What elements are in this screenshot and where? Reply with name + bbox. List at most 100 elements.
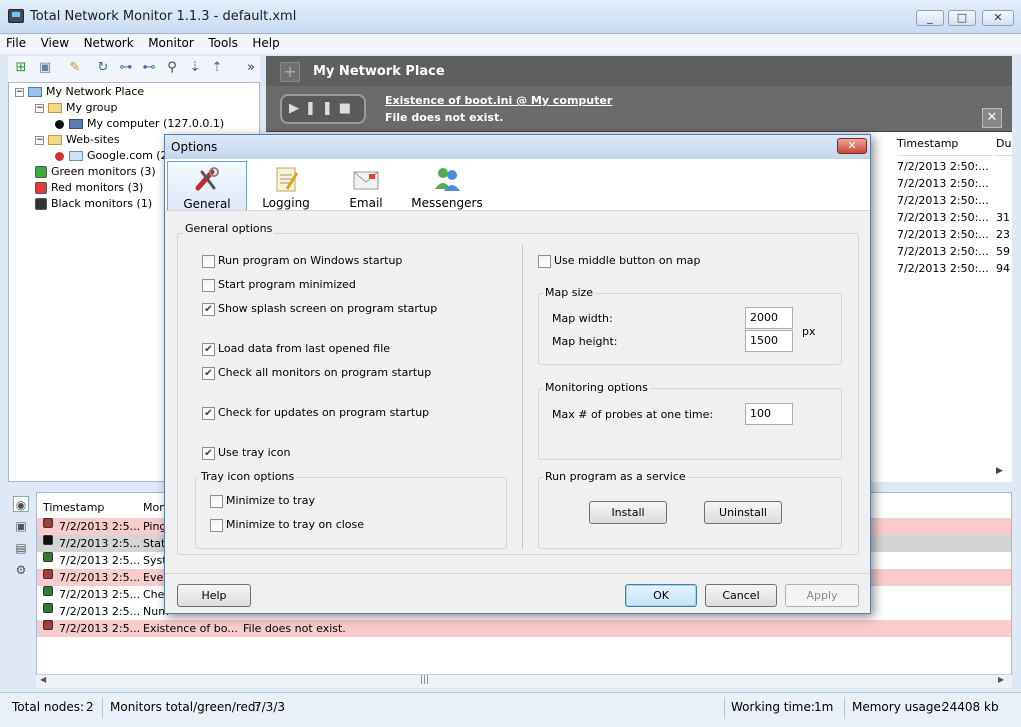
menu-help[interactable]: Help <box>246 34 284 50</box>
max-probes-label: Max # of probes at one time: <box>552 408 714 421</box>
check-updates-checkbox[interactable]: ✔ Check for updates on program startup <box>202 406 429 421</box>
collapse-icon[interactable]: − <box>35 135 44 145</box>
record-icon[interactable]: ▣ <box>13 518 29 534</box>
tree-item-computer[interactable]: My computer (127.0.0.1) <box>55 116 224 132</box>
gear-icon[interactable]: ⚙ <box>13 562 29 578</box>
horizontal-scrollbar[interactable]: ◀ ||| ▶ <box>36 674 1012 688</box>
close-button[interactable]: ✕ <box>982 10 1014 26</box>
results-cell-timestamp: 7/2/2013 2:50:... <box>897 177 989 190</box>
total-nodes-label: Total nodes: <box>12 700 85 714</box>
sort-up-icon[interactable]: ⇡ <box>208 60 226 76</box>
column-header-duration[interactable]: Du <box>996 132 1012 156</box>
ok-button[interactable]: OK <box>625 584 697 607</box>
checkbox-box[interactable] <box>210 494 223 508</box>
checkbox-box[interactable]: ✔ <box>202 406 215 420</box>
scroll-left-icon[interactable]: ◀ <box>40 675 46 684</box>
log-column-monitor[interactable]: Mon <box>143 496 166 520</box>
map-width-input[interactable]: 2000 <box>745 307 793 329</box>
log-status-icon <box>43 569 53 579</box>
collapse-icon[interactable]: − <box>15 87 24 97</box>
tray-icon-checkbox[interactable]: ✔ Use tray icon <box>202 446 290 461</box>
tree-item-google[interactable]: Google.com (20 <box>55 148 175 164</box>
map-height-input[interactable]: 1500 <box>745 330 793 352</box>
tab-email[interactable]: Email <box>331 161 401 210</box>
add-monitor-icon[interactable]: ▣ <box>36 60 54 76</box>
scroll-thumb[interactable]: ||| <box>420 675 429 685</box>
network-icon[interactable]: ⊶ <box>117 60 135 76</box>
help-button[interactable]: Help <box>177 584 251 607</box>
splash-screen-checkbox[interactable]: ✔ Show splash screen on program startup <box>202 302 437 317</box>
tree-item-root[interactable]: − My Network Place <box>15 84 144 100</box>
envelope-icon <box>353 171 379 190</box>
log-monitor: Che <box>143 588 165 601</box>
run-startup-checkbox[interactable]: Run program on Windows startup <box>202 254 402 269</box>
status-dot-icon <box>55 151 64 161</box>
alert-link[interactable]: Existence of boot.ini @ My computer <box>385 94 612 107</box>
add-icon[interactable]: + <box>280 62 300 82</box>
maximize-button[interactable]: □ <box>948 10 976 26</box>
results-table: Timestamp Du 7/2/2013 2:50:... 7/2/2013 2… <box>870 132 1012 482</box>
minimize-button[interactable]: _ <box>916 10 944 26</box>
install-button[interactable]: Install <box>589 501 667 524</box>
tree-item-green-monitors[interactable]: Green monitors (3) <box>35 164 156 180</box>
log-row[interactable]: 7/2/2013 2:5... Existence of bo... File do… <box>37 620 1011 637</box>
refresh-icon[interactable]: ↻ <box>94 60 112 76</box>
results-cell-timestamp: 7/2/2013 2:50:... <box>897 228 989 241</box>
log-timestamp: 7/2/2013 2:5... <box>59 520 141 533</box>
menu-network[interactable]: Network <box>78 34 139 50</box>
checkbox-box[interactable] <box>202 278 215 292</box>
checkbox-box[interactable] <box>210 518 223 532</box>
minimize-on-close-checkbox[interactable]: Minimize to tray on close <box>210 518 364 533</box>
tab-logging[interactable]: Logging <box>255 161 317 210</box>
apply-button[interactable]: Apply <box>785 584 859 607</box>
edit-icon[interactable]: ✎ <box>66 60 84 76</box>
chart-icon[interactable]: ▤ <box>13 540 29 556</box>
network2-icon[interactable]: ⊷ <box>140 60 158 76</box>
check-monitors-checkbox[interactable]: ✔ Check all monitors on program startup <box>202 366 431 381</box>
cancel-button[interactable]: Cancel <box>705 584 777 607</box>
tree-item-red-monitors[interactable]: Red monitors (3) <box>35 180 143 196</box>
log-monitor: Ping <box>143 520 167 533</box>
close-icon[interactable]: ✕ <box>982 108 1002 128</box>
menu-file[interactable]: File <box>0 34 31 50</box>
dialog-title-bar: Options ✕ <box>165 135 870 159</box>
log-column-timestamp[interactable]: Timestamp <box>43 496 104 520</box>
collapse-icon[interactable]: − <box>35 103 44 113</box>
map-size-group <box>538 293 842 365</box>
eye-icon[interactable]: ◉ <box>13 496 29 512</box>
log-timestamp: 7/2/2013 2:5... <box>59 605 141 618</box>
scroll-right-icon[interactable]: ▶ <box>996 466 1010 480</box>
middle-button-checkbox[interactable]: Use middle button on map <box>538 254 701 269</box>
chevron-more-icon[interactable]: » <box>242 60 260 76</box>
total-nodes-value: 2 <box>86 700 94 714</box>
tree-item-websites[interactable]: − Web-sites <box>35 132 120 148</box>
checkbox-box[interactable]: ✔ <box>202 366 215 380</box>
load-data-checkbox[interactable]: ✔ Load data from last opened file <box>202 342 390 357</box>
tab-messengers[interactable]: Messengers <box>409 161 485 210</box>
search-icon[interactable]: ⚲ <box>163 60 181 76</box>
minimize-to-tray-checkbox[interactable]: Minimize to tray <box>210 494 315 509</box>
status-bar: Total nodes: 2 Monitors total/green/red:… <box>0 692 1021 727</box>
menu-monitor[interactable]: Monitor <box>142 34 199 50</box>
max-probes-input[interactable]: 100 <box>745 403 793 425</box>
add-node-icon[interactable]: ⊞ <box>12 60 30 76</box>
dialog-close-button[interactable]: ✕ <box>837 138 867 154</box>
menu-tools[interactable]: Tools <box>202 34 243 50</box>
uninstall-button[interactable]: Uninstall <box>704 501 782 524</box>
log-timestamp: 7/2/2013 2:5... <box>59 554 141 567</box>
column-header-timestamp[interactable]: Timestamp <box>897 132 993 156</box>
checkbox-box[interactable]: ✔ <box>202 342 215 356</box>
checkbox-box[interactable]: ✔ <box>202 302 215 316</box>
playback-controls[interactable]: ▶❚❚■ <box>280 94 366 124</box>
tab-general[interactable]: General <box>167 161 247 211</box>
scroll-right-icon[interactable]: ▶ <box>998 675 1004 684</box>
checkbox-box[interactable] <box>202 254 215 268</box>
results-cell-duration: 23 <box>996 228 1010 241</box>
sort-down-icon[interactable]: ⇣ <box>186 60 204 76</box>
tree-item-black-monitors[interactable]: Black monitors (1) <box>35 196 152 212</box>
checkbox-box[interactable]: ✔ <box>202 446 215 460</box>
tree-item-group[interactable]: − My group <box>35 100 117 116</box>
menu-view[interactable]: View <box>35 34 74 50</box>
checkbox-box[interactable] <box>538 254 551 268</box>
start-minimized-checkbox[interactable]: Start program minimized <box>202 278 356 293</box>
